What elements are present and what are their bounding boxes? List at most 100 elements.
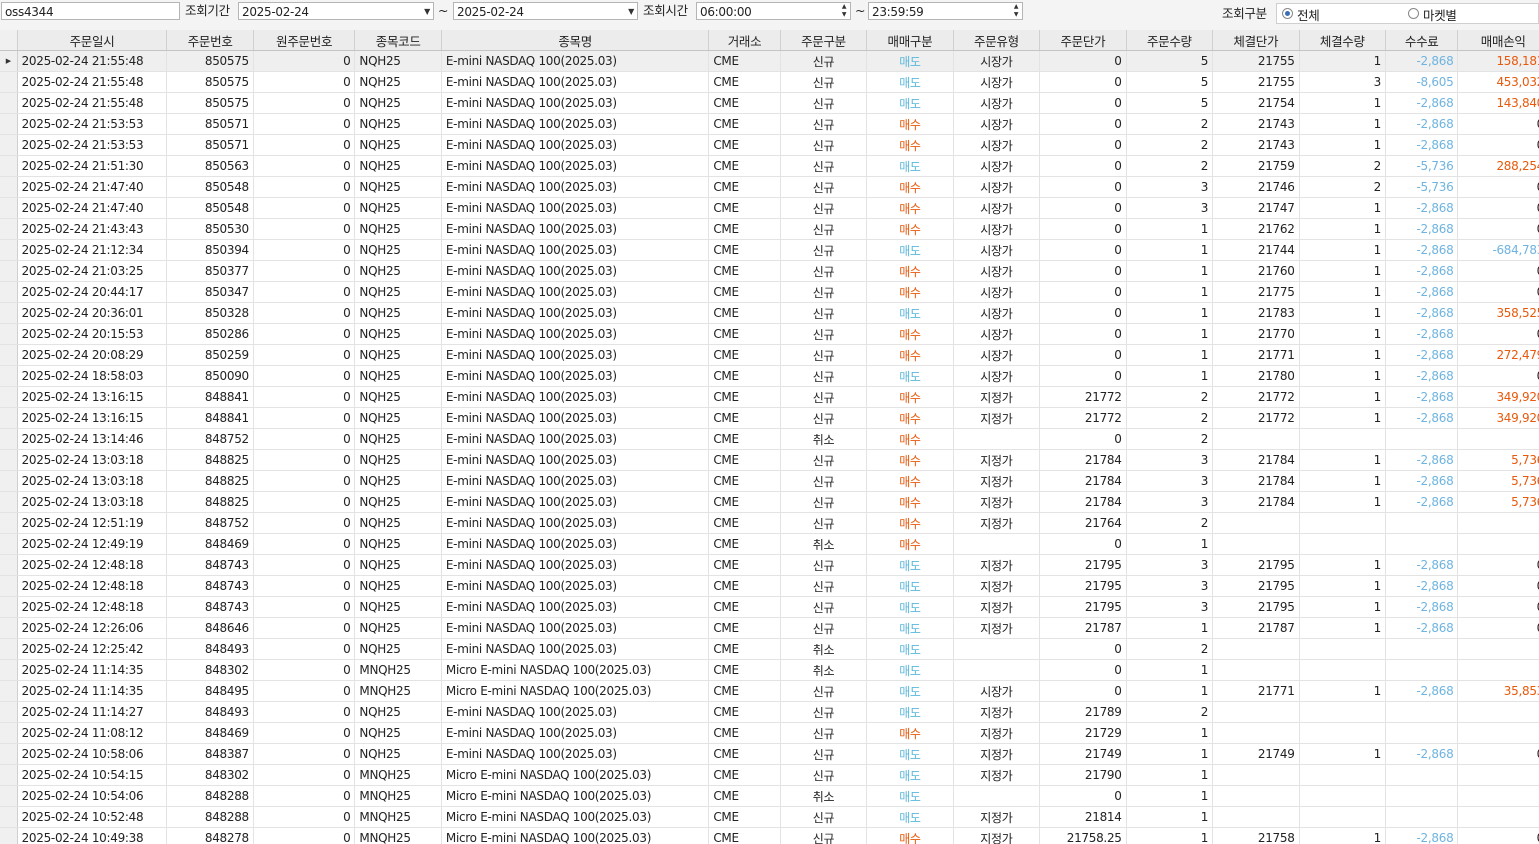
row-indicator <box>0 722 18 744</box>
cell-order-price: 0 <box>1039 344 1127 366</box>
cell-side: 매도 <box>866 785 954 807</box>
column-header-order-price[interactable]: 주문단가 <box>1039 30 1127 51</box>
column-header-order-type[interactable]: 주문유형 <box>953 30 1041 51</box>
account-input[interactable]: oss4344 <box>1 2 180 20</box>
radio-market-icon[interactable] <box>1408 8 1419 19</box>
table-row[interactable]: 2025-02-24 10:58:06 848387 0 NQH25 E-mini NA… <box>0 743 1539 765</box>
cell-order-qty: 1 <box>1126 806 1214 828</box>
table-row[interactable]: 2025-02-24 21:53:53 850571 0 NQH25 E-mini NA… <box>0 134 1539 156</box>
cell-fee: -8,605 <box>1385 71 1459 93</box>
table-row[interactable]: 2025-02-24 21:51:30 850563 0 NQH25 E-mini NA… <box>0 155 1539 177</box>
date-to-picker[interactable]: 2025-02-24 ▼ <box>453 2 638 20</box>
cell-side: 매수 <box>866 218 954 240</box>
table-row[interactable]: 2025-02-24 18:58:03 850090 0 NQH25 E-mini NA… <box>0 365 1539 387</box>
cell-fill-price: 21760 <box>1212 260 1300 282</box>
column-header-order-time[interactable]: 주문일시 <box>17 30 168 51</box>
time-to-input[interactable]: 23:59:59 ▲ ▼ <box>868 2 1023 20</box>
table-row[interactable]: 2025-02-24 13:16:15 848841 0 NQH25 E-mini NA… <box>0 386 1539 408</box>
date-from-picker[interactable]: 2025-02-24 ▼ <box>238 2 434 20</box>
radio-all-label[interactable]: 전체 <box>1297 5 1320 24</box>
radio-all-icon[interactable] <box>1282 8 1293 19</box>
cell-order-class: 신규 <box>780 176 868 198</box>
cell-exchange: CME <box>708 659 781 681</box>
column-header-order-class[interactable]: 주문구분 <box>780 30 868 51</box>
column-header-symbol-name[interactable]: 종목명 <box>441 30 710 51</box>
cell-exchange: CME <box>708 638 781 660</box>
column-header-symbol-code[interactable]: 종목코드 <box>354 30 442 51</box>
table-row[interactable]: 2025-02-24 20:36:01 850328 0 NQH25 E-mini NA… <box>0 302 1539 324</box>
table-row[interactable]: 2025-02-24 13:14:46 848752 0 NQH25 E-mini NA… <box>0 428 1539 450</box>
cell-symbol-code: NQH25 <box>354 113 442 135</box>
table-row[interactable]: 2025-02-24 21:12:34 850394 0 NQH25 E-mini NA… <box>0 239 1539 261</box>
table-row[interactable]: 2025-02-24 21:47:40 850548 0 NQH25 E-mini NA… <box>0 197 1539 219</box>
table-row[interactable]: 2025-02-24 21:53:53 850571 0 NQH25 E-mini NA… <box>0 113 1539 135</box>
table-row[interactable]: 2025-02-24 12:49:19 848469 0 NQH25 E-mini NA… <box>0 533 1539 555</box>
cell-pnl <box>1457 533 1539 555</box>
time-from-input[interactable]: 06:00:00 ▲ ▼ <box>696 2 851 20</box>
cell-fee: -2,868 <box>1385 197 1459 219</box>
cell-side: 매수 <box>866 533 954 555</box>
table-row[interactable]: 2025-02-24 21:47:40 850548 0 NQH25 E-mini NA… <box>0 176 1539 198</box>
table-row[interactable]: 2025-02-24 10:52:48 848288 0 MNQH25 Micro E-… <box>0 806 1539 828</box>
table-row[interactable]: 2025-02-24 10:54:06 848288 0 MNQH25 Micro E-… <box>0 785 1539 807</box>
table-row[interactable]: 2025-02-24 12:25:42 848493 0 NQH25 E-mini NA… <box>0 638 1539 660</box>
column-header-order-qty[interactable]: 주문수량 <box>1126 30 1214 51</box>
table-row[interactable]: 2025-02-24 13:16:15 848841 0 NQH25 E-mini NA… <box>0 407 1539 429</box>
cell-order-time: 2025-02-24 21:55:48 <box>17 50 168 72</box>
cell-fill-price: 21784 <box>1212 449 1300 471</box>
column-header-order-no[interactable]: 주문번호 <box>166 30 254 51</box>
table-row[interactable]: 2025-02-24 12:26:06 848646 0 NQH25 E-mini NA… <box>0 617 1539 639</box>
cell-order-class: 신규 <box>780 50 868 72</box>
table-row[interactable]: 2025-02-24 20:08:29 850259 0 NQH25 E-mini NA… <box>0 344 1539 366</box>
table-row[interactable]: 2025-02-24 11:08:12 848469 0 NQH25 E-mini NA… <box>0 722 1539 744</box>
spin-updown-icon[interactable]: ▲ ▼ <box>1011 3 1021 19</box>
table-row[interactable]: 2025-02-24 13:03:18 848825 0 NQH25 E-mini NA… <box>0 449 1539 471</box>
cell-fill-qty <box>1299 701 1387 723</box>
cell-order-class: 신규 <box>780 407 868 429</box>
chevron-down-icon[interactable]: ▼ <box>424 3 430 19</box>
cell-fill-price: 21772 <box>1212 407 1300 429</box>
order-history-grid[interactable]: 주문일시 주문번호 원주문번호 종목코드 종목명 거래소 주문구분 매매구분 주문유형 주문단가 주… <box>0 30 1539 844</box>
row-indicator <box>0 428 18 450</box>
table-row[interactable]: 2025-02-24 12:48:18 848743 0 NQH25 E-mini NA… <box>0 554 1539 576</box>
column-header-orig-order-no[interactable]: 원주문번호 <box>253 30 356 51</box>
table-row[interactable]: 2025-02-24 12:48:18 848743 0 NQH25 E-mini NA… <box>0 596 1539 618</box>
table-row[interactable]: 2025-02-24 10:49:38 848278 0 MNQH25 Micro E-… <box>0 827 1539 844</box>
table-row[interactable]: 2025-02-24 21:03:25 850377 0 NQH25 E-mini NA… <box>0 260 1539 282</box>
row-indicator <box>0 806 18 828</box>
cell-exchange: CME <box>708 365 781 387</box>
column-header-fee[interactable]: 수수료 <box>1385 30 1459 51</box>
cell-order-time: 2025-02-24 13:16:15 <box>17 386 168 408</box>
cell-pnl: 158,181 <box>1457 50 1539 72</box>
cell-symbol-code: NQH25 <box>354 92 442 114</box>
cell-order-no: 848825 <box>166 491 254 513</box>
table-row[interactable]: 2025-02-24 11:14:35 848302 0 MNQH25 Micro E-… <box>0 659 1539 681</box>
table-row[interactable]: ▶ 2025-02-24 21:55:48 850575 0 NQH25 E-mini N… <box>0 50 1539 72</box>
table-row[interactable]: 2025-02-24 11:14:35 848495 0 MNQH25 Micro E-… <box>0 680 1539 702</box>
table-row[interactable]: 2025-02-24 21:43:43 850530 0 NQH25 E-mini NA… <box>0 218 1539 240</box>
table-row[interactable]: 2025-02-24 12:48:18 848743 0 NQH25 E-mini NA… <box>0 575 1539 597</box>
cell-pnl: 0 <box>1457 743 1539 765</box>
radio-market-label[interactable]: 마켓별 <box>1423 5 1457 24</box>
cell-order-type <box>953 638 1041 660</box>
cell-exchange: CME <box>708 302 781 324</box>
cell-symbol-name: E-mini NASDAQ 100(2025.03) <box>441 533 710 555</box>
table-row[interactable]: 2025-02-24 13:03:18 848825 0 NQH25 E-mini NA… <box>0 491 1539 513</box>
column-header-fill-price[interactable]: 체결단가 <box>1212 30 1300 51</box>
column-header-exchange[interactable]: 거래소 <box>708 30 781 51</box>
table-row[interactable]: 2025-02-24 21:55:48 850575 0 NQH25 E-mini NA… <box>0 92 1539 114</box>
table-row[interactable]: 2025-02-24 12:51:19 848752 0 NQH25 E-mini NA… <box>0 512 1539 534</box>
table-row[interactable]: 2025-02-24 20:44:17 850347 0 NQH25 E-mini NA… <box>0 281 1539 303</box>
table-row[interactable]: 2025-02-24 21:55:48 850575 0 NQH25 E-mini NA… <box>0 71 1539 93</box>
table-row[interactable]: 2025-02-24 13:03:18 848825 0 NQH25 E-mini NA… <box>0 470 1539 492</box>
chevron-down-icon[interactable]: ▼ <box>628 3 634 19</box>
table-row[interactable]: 2025-02-24 11:14:27 848493 0 NQH25 E-mini NA… <box>0 701 1539 723</box>
cell-order-qty: 3 <box>1126 470 1214 492</box>
column-header-side[interactable]: 매매구분 <box>866 30 954 51</box>
column-header-fill-qty[interactable]: 체결수량 <box>1299 30 1387 51</box>
column-header-pnl[interactable]: 매매손익 <box>1457 30 1539 51</box>
table-row[interactable]: 2025-02-24 20:15:53 850286 0 NQH25 E-mini NA… <box>0 323 1539 345</box>
spin-updown-icon[interactable]: ▲ ▼ <box>839 3 849 19</box>
cell-order-qty: 1 <box>1126 218 1214 240</box>
table-row[interactable]: 2025-02-24 10:54:15 848302 0 MNQH25 Micro E-… <box>0 764 1539 786</box>
